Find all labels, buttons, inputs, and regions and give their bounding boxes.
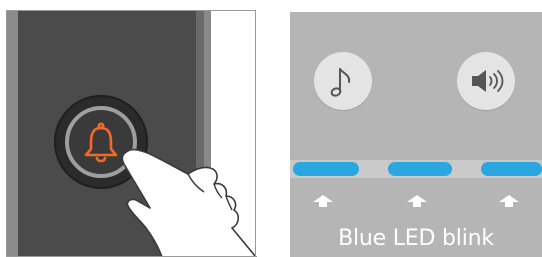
led-panel: Blue LED blink (290, 12, 542, 257)
doorbell-panel (6, 10, 257, 257)
music-button[interactable] (314, 52, 372, 110)
led-caption: Blue LED blink (338, 226, 494, 251)
blue-led-3 (481, 162, 542, 176)
volume-button[interactable] (457, 52, 515, 110)
blue-led-2 (388, 162, 452, 176)
illustration-canvas: Blue LED blink (0, 0, 542, 257)
up-arrow-icon (499, 195, 519, 207)
speaker-volume-icon (472, 70, 504, 92)
music-note-icon (330, 68, 351, 97)
up-arrow-icon (313, 195, 333, 207)
up-arrow-icon (407, 195, 427, 207)
panel-frame (6, 10, 256, 257)
blue-led-1 (293, 162, 359, 176)
